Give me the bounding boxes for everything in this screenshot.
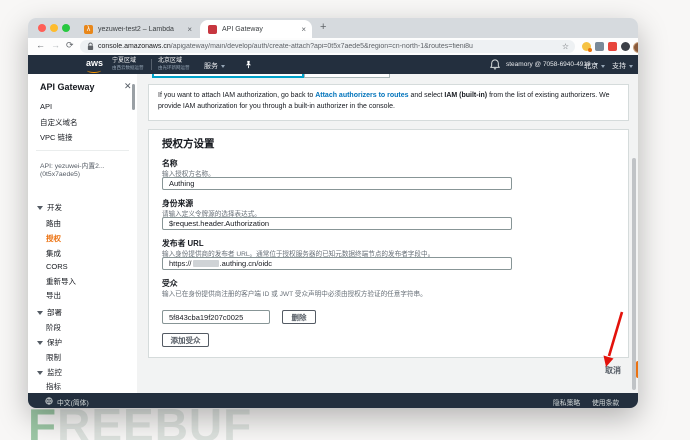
new-tab-button[interactable]: + <box>320 21 326 33</box>
chevron-down-icon <box>221 65 225 68</box>
sidebar-section-deploy[interactable]: 部署 <box>37 307 62 318</box>
close-tab-icon[interactable]: × <box>301 25 306 34</box>
address-bar[interactable]: console.amazonaws.cn/apigateway/main/dev… <box>80 40 575 53</box>
service-sidebar: API Gateway ✕ API 自定义域名 VPC 链接 API: yezu… <box>28 74 138 393</box>
sidebar-item-integrations[interactable]: 集成 <box>46 248 61 259</box>
sidebar-item-reimport[interactable]: 重新导入 <box>46 276 76 287</box>
audience-help: 输入已在身份提供商注册的客户端 ID 或 JWT 受众声明中必须由授权方验证的任… <box>162 288 427 298</box>
sidebar-scrollbar[interactable] <box>132 84 135 110</box>
pin-icon[interactable] <box>244 60 253 69</box>
browser-toolbar: ← → ⟳ console.amazonaws.cn/apigateway/ma… <box>28 38 638 56</box>
language-selector[interactable]: 中文(简体) <box>57 397 89 407</box>
triangle-down-icon <box>37 341 43 345</box>
close-window-button[interactable] <box>38 24 46 32</box>
lambda-favicon-icon: λ <box>84 25 93 34</box>
sidebar-section-protect[interactable]: 保护 <box>37 337 62 348</box>
region-beijing: 北京区域 由光环新网运营 <box>158 58 190 70</box>
forward-icon[interactable]: → <box>51 40 60 50</box>
profile-avatar[interactable] <box>633 42 638 53</box>
tab-lambda[interactable]: λ yezuwei-test2 – Lambda × <box>76 20 198 38</box>
sidebar-item-export[interactable]: 导出 <box>46 290 61 301</box>
audience-input[interactable]: 5f843cba19f207c0025 <box>162 310 270 324</box>
bookmark-star-icon[interactable]: ☆ <box>562 42 569 51</box>
minimize-window-button[interactable] <box>50 24 58 32</box>
zoom-window-button[interactable] <box>62 24 70 32</box>
triangle-down-icon <box>37 371 43 375</box>
redacted-text <box>193 260 219 267</box>
url-path: /apigateway/main/develop/auth/create-att… <box>171 43 473 50</box>
iam-info-card: If you want to attach IAM authorization,… <box>148 84 629 121</box>
api-gateway-favicon-icon <box>208 25 217 34</box>
services-menu[interactable]: 服务 <box>204 61 225 71</box>
support-menu[interactable]: 支持 <box>612 61 633 71</box>
identity-source-input[interactable]: $request.header.Authorization <box>162 217 512 230</box>
sidebar-divider <box>36 150 129 151</box>
globe-icon <box>45 397 53 405</box>
terms-link[interactable]: 使用条款 <box>592 397 619 407</box>
name-input[interactable]: Authing <box>162 177 512 190</box>
chevron-down-icon <box>601 65 605 68</box>
browser-tabstrip: λ yezuwei-test2 – Lambda × API Gateway ×… <box>28 18 638 38</box>
privacy-link[interactable]: 隐私策略 <box>553 397 580 407</box>
aws-logo[interactable]: aws <box>86 58 103 68</box>
url-text: console.amazonaws.cn/apigateway/main/dev… <box>98 43 556 50</box>
region-ningxia: 宁夏区域 由西云数据运营 <box>112 58 144 70</box>
extension-icon[interactable] <box>608 42 617 51</box>
sidebar-item-vpc-links[interactable]: VPC 链接 <box>40 132 73 143</box>
sidebar-item-metrics[interactable]: 指标 <box>46 381 61 392</box>
sidebar-close-icon[interactable]: ✕ <box>124 81 132 92</box>
sidebar-item-stages[interactable]: 阶段 <box>46 322 61 333</box>
tab-api-gateway[interactable]: API Gateway × <box>200 20 312 38</box>
notifications-bell-icon[interactable] <box>490 59 500 70</box>
sidebar-title: API Gateway <box>40 82 95 92</box>
url-domain: console.amazonaws.cn <box>98 43 171 50</box>
sidebar-item-throttling[interactable]: 限制 <box>46 352 61 363</box>
sidebar-item-routes[interactable]: 路由 <box>46 218 61 229</box>
aws-console-header: aws 宁夏区域 由西云数据运营 北京区域 由光环新网运营 服务 steamor… <box>28 55 638 74</box>
chevron-down-icon <box>629 65 633 68</box>
browser-window: λ yezuwei-test2 – Lambda × API Gateway ×… <box>28 18 638 408</box>
main-content: If you want to attach IAM authorization,… <box>137 74 638 393</box>
iam-info-text: If you want to attach IAM authorization,… <box>149 85 628 119</box>
sidebar-section-develop[interactable]: 开发 <box>37 202 62 213</box>
sidebar-section-monitor[interactable]: 监控 <box>37 367 62 378</box>
screenshot-root: FREEBUF λ yezuwei-test2 – Lambda × API G… <box>0 0 690 440</box>
aws-console-footer: 中文(简体) 隐私策略 使用条款 <box>28 393 638 408</box>
content-scrollbar[interactable] <box>632 158 636 390</box>
authorizer-settings-card: 授权方设置 名称 输入授权方名称。 Authing 身份来源 请输入定义令牌源的… <box>148 129 629 358</box>
issuer-url-input[interactable]: https://.authing.cn/oidc <box>162 257 512 270</box>
extension-icon[interactable] <box>595 42 604 51</box>
triangle-down-icon <box>37 311 43 315</box>
extension-icon[interactable] <box>582 42 591 51</box>
create-and-attach-button[interactable]: 创建并附加 <box>636 361 638 378</box>
tab-title: yezuwei-test2 – Lambda <box>98 26 181 33</box>
reload-icon[interactable]: ⟳ <box>66 40 74 51</box>
cancel-button[interactable]: 取消 <box>605 365 621 376</box>
triangle-down-icon <box>37 206 43 210</box>
region-selector[interactable]: 北京 <box>584 61 605 71</box>
sidebar-item-authorization[interactable]: 授权 <box>46 233 61 244</box>
sidebar-api-id: (0t5x7aede5) <box>40 171 80 178</box>
attach-authorizers-link[interactable]: Attach authorizers to routes <box>315 92 408 99</box>
sidebar-item-custom-domains[interactable]: 自定义域名 <box>40 117 78 128</box>
lock-icon <box>87 42 94 51</box>
sidebar-item-api[interactable]: API <box>40 102 52 111</box>
sidebar-api-name: API: yezuwei-内置2... <box>40 160 105 170</box>
tab-title: API Gateway <box>222 26 295 33</box>
add-audience-button[interactable]: 添加受众 <box>162 333 209 347</box>
back-icon[interactable]: ← <box>36 40 45 50</box>
header-divider <box>151 59 152 70</box>
delete-audience-button[interactable]: 删除 <box>282 310 316 324</box>
sidebar-item-cors[interactable]: CORS <box>46 262 68 271</box>
extension-icon[interactable] <box>621 42 630 51</box>
form-title: 授权方设置 <box>162 136 215 151</box>
close-tab-icon[interactable]: × <box>187 25 192 34</box>
